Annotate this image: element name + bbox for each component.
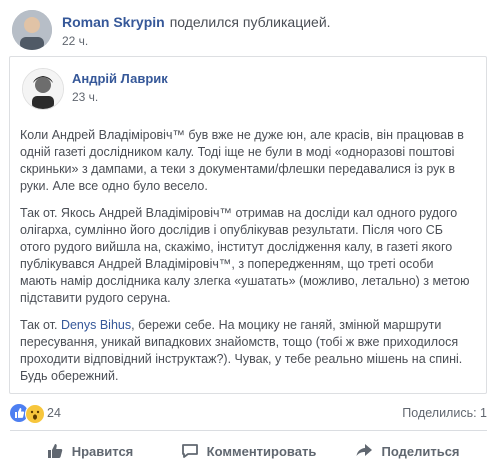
inner-author-name[interactable]: Андрій Лаврик	[72, 71, 168, 86]
shared-post-card: Андрій Лаврик 23 ч. Коли Андрей Владімір…	[9, 56, 487, 394]
avatar[interactable]	[12, 10, 52, 50]
share-icon	[356, 444, 373, 456]
like-button-label: Нравится	[71, 443, 134, 459]
share-button-label: Поделиться	[381, 443, 460, 459]
share-button[interactable]: Поделиться	[328, 434, 487, 468]
comment-icon	[181, 444, 198, 458]
inner-avatar[interactable]	[22, 68, 64, 110]
comment-button-label: Комментировать	[206, 443, 317, 459]
wow-reaction-icon[interactable]	[25, 404, 45, 424]
post-paragraph: Коли Андрей Владіміровіч™ був вже не дуж…	[20, 128, 464, 193]
like-button[interactable]: Нравится	[10, 434, 169, 468]
reactions-bar: 24 Поделились: 1	[10, 404, 487, 426]
outer-author-name[interactable]: Roman Skrypin	[62, 14, 165, 30]
post-paragraph: Так от. Denys Bihus, бережи себе. На моц…	[20, 317, 470, 385]
reaction-count[interactable]: 24	[47, 406, 61, 420]
outer-timestamp[interactable]: 22 ч.	[62, 34, 88, 48]
paragraph-text: Так от.	[20, 318, 61, 332]
inner-timestamp[interactable]: 23 ч.	[72, 90, 98, 104]
post-text: Коли Андрей Владіміровіч™ був вже не дуж…	[20, 127, 470, 395]
action-bar: Нравится Комментировать Поделиться	[10, 434, 487, 468]
post-paragraph: Так от. Якось Андрей Владіміровіч™ отрим…	[20, 206, 470, 305]
divider	[10, 430, 487, 431]
thumbs-up-icon	[47, 444, 62, 458]
shares-count[interactable]: Поделились: 1	[402, 406, 487, 420]
shared-post-text[interactable]: поделился публикацией.	[170, 14, 331, 30]
mention-link[interactable]: Denys Bihus	[61, 318, 131, 332]
comment-button[interactable]: Комментировать	[169, 434, 328, 468]
